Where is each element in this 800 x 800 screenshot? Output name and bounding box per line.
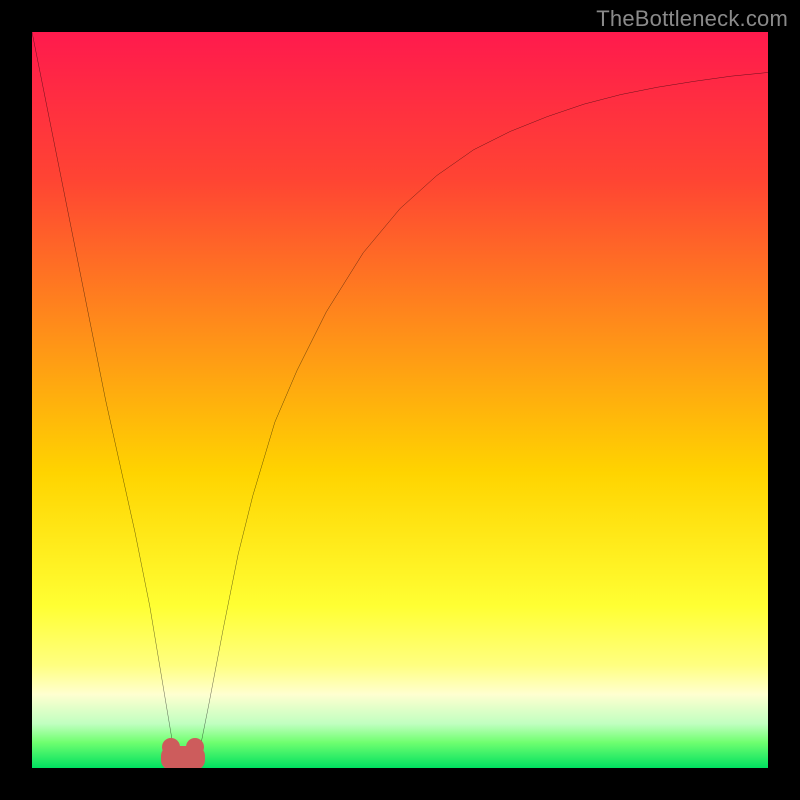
watermark-text: TheBottleneck.com (596, 6, 788, 32)
optimal-marker (161, 746, 205, 768)
chart-frame: TheBottleneck.com (0, 0, 800, 800)
plot-area (32, 32, 768, 768)
bottleneck-curve (32, 32, 768, 768)
